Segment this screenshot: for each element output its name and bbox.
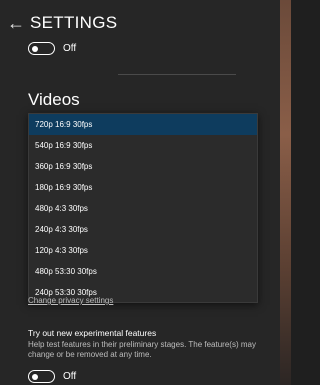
- video-option[interactable]: 120p 4:3 30fps: [29, 240, 257, 261]
- divider: [118, 74, 236, 75]
- experimental-features-description: Help test features in their preliminary …: [28, 340, 256, 359]
- video-quality-dropdown: 720p 16:9 30fps 540p 16:9 30fps 360p 16:…: [28, 113, 258, 303]
- experimental-toggle-row: Off: [28, 370, 76, 383]
- top-toggle-row: Off: [28, 42, 76, 55]
- video-option[interactable]: 360p 16:9 30fps: [29, 156, 257, 177]
- video-option[interactable]: 180p 16:9 30fps: [29, 177, 257, 198]
- top-toggle-label: Off: [63, 43, 77, 54]
- page-title: SETTINGS: [30, 13, 118, 32]
- back-arrow-icon: ←: [7, 12, 25, 33]
- experimental-features-title: Try out new experimental features: [28, 328, 157, 338]
- video-option[interactable]: 480p 4:3 30fps: [29, 198, 257, 219]
- toggle-knob: [32, 45, 38, 52]
- background-video-edge: [280, 0, 291, 385]
- video-option[interactable]: 240p 4:3 30fps: [29, 219, 257, 240]
- video-option-selected[interactable]: 720p 16:9 30fps: [29, 114, 257, 135]
- settings-panel: ← SETTINGS Off Videos 720p 16:9 30fps 54…: [0, 0, 280, 385]
- toggle-knob: [32, 373, 38, 380]
- top-toggle-switch[interactable]: [28, 42, 55, 55]
- video-option[interactable]: 540p 16:9 30fps: [29, 135, 257, 156]
- back-button[interactable]: ←: [4, 11, 28, 35]
- change-privacy-settings-link[interactable]: Change privacy settings: [28, 296, 113, 305]
- settings-header: ← SETTINGS: [0, 8, 280, 38]
- experimental-toggle-switch[interactable]: [28, 370, 55, 383]
- experimental-toggle-label: Off: [63, 371, 77, 382]
- videos-section-title: Videos: [28, 90, 80, 109]
- video-option[interactable]: 480p 53:30 30fps: [29, 261, 257, 282]
